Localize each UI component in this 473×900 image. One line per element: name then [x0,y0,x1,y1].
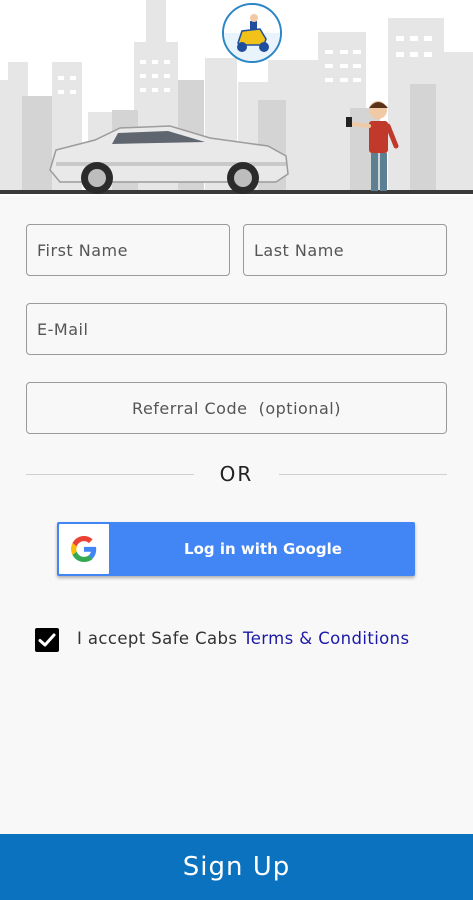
first-name-field[interactable] [26,224,230,276]
terms-conditions-link[interactable]: Terms & Conditions [243,629,409,648]
terms-prefix: I accept Safe Cabs [77,629,244,648]
google-g-icon [59,524,109,574]
checkmark-icon [38,633,56,647]
google-login-label: Log in with Google [184,540,342,558]
or-label: OR [219,462,254,486]
referral-code-field[interactable] [26,382,447,434]
or-divider: OR [26,460,447,490]
sign-up-button[interactable]: Sign Up [0,834,473,900]
terms-row: I accept Safe Cabs Terms & Conditions [35,627,455,653]
email-field[interactable] [26,303,447,355]
terms-checkbox[interactable] [35,628,59,652]
terms-text: I accept Safe Cabs Terms & Conditions [77,629,410,648]
last-name-field[interactable] [243,224,447,276]
scooter-logo-icon [222,3,282,63]
header-illustration [0,0,473,196]
google-login-button[interactable]: Log in with Google [57,522,415,576]
